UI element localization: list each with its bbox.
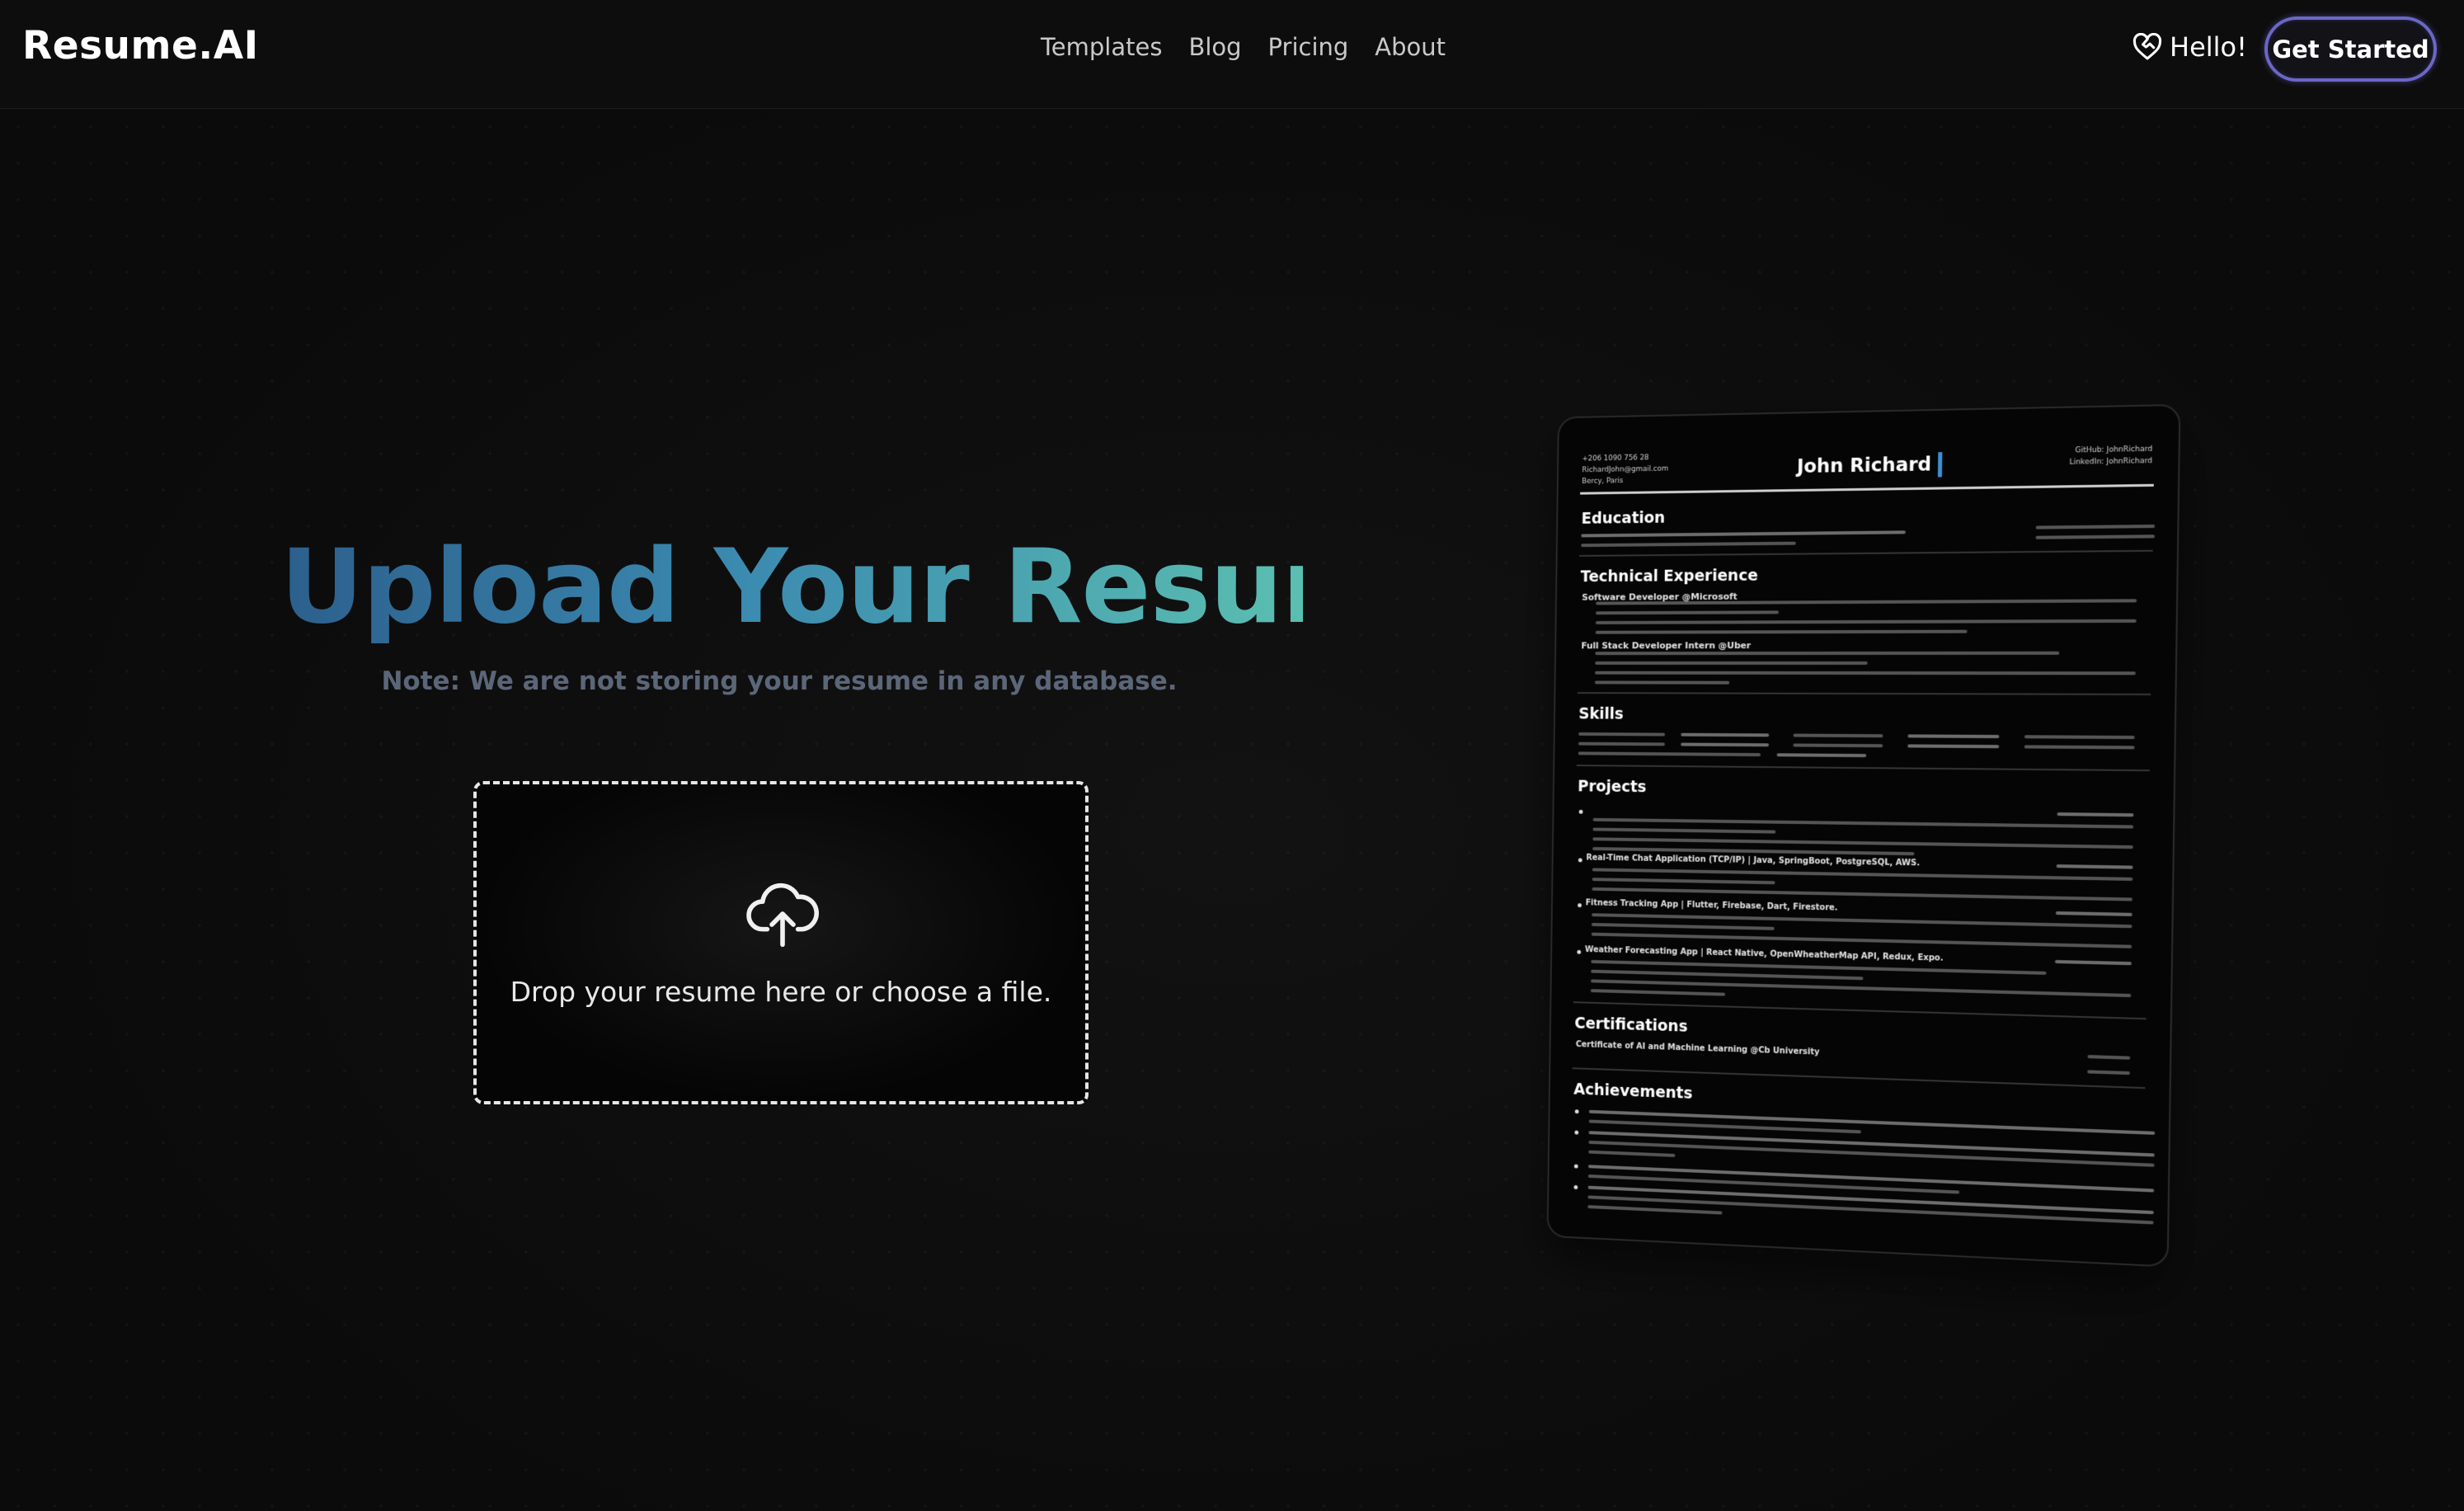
resume-email: RichardJohn@gmail.com — [1582, 464, 1669, 475]
experience-item-uber: Full Stack Developer Intern @Uber — [1581, 640, 1752, 652]
resume-location: Bercy, Paris — [1582, 477, 1624, 486]
text-line — [1595, 619, 2137, 624]
text-line — [2035, 534, 2156, 539]
text-line — [2024, 745, 2135, 750]
text-line — [2056, 864, 2133, 869]
text-line — [2057, 812, 2134, 817]
text-line — [2035, 524, 2156, 530]
text-line — [1776, 753, 1867, 758]
resume-name-cursor — [1937, 452, 1943, 478]
text-line — [1591, 969, 1864, 981]
nav-link-templates[interactable]: Templates — [1041, 33, 1162, 61]
resume-linkedin: LinkedIn: JohnRichard — [2069, 457, 2153, 467]
project-item-chat: Real-Time Chat Application (TCP/IP) | Ja… — [1586, 853, 1921, 868]
hello-label: Hello! — [2170, 31, 2247, 63]
text-line — [1594, 680, 1730, 685]
text-line — [1588, 1150, 1676, 1157]
text-line — [1591, 979, 2132, 998]
text-line — [1592, 817, 2134, 829]
nav-links: Templates Blog Pricing About — [1041, 33, 1472, 61]
section-divider — [1577, 692, 2151, 695]
resume-section-projects: Projects — [1578, 777, 1647, 797]
resume-section-experience: Technical Experience — [1580, 566, 1758, 586]
text-line — [1578, 741, 1665, 746]
text-line — [1595, 629, 1968, 634]
hello-button[interactable]: Hello! — [2132, 31, 2247, 63]
resume-preview: +206 1090 756 28 RichardJohn@gmail.com B… — [1542, 403, 2185, 1269]
text-line — [1578, 732, 1666, 737]
nav-link-pricing[interactable]: Pricing — [1268, 33, 1349, 61]
text-line — [2054, 959, 2132, 966]
text-line — [1793, 733, 1883, 738]
text-line — [1595, 671, 2136, 675]
text-line — [1595, 651, 2060, 656]
text-line — [1591, 932, 2132, 948]
resume-contact-left: +206 1090 756 28 RichardJohn@gmail.com B… — [1582, 452, 1668, 487]
bullet — [1573, 1164, 1578, 1169]
text-line — [2087, 1055, 2131, 1060]
text-line — [1595, 661, 1868, 665]
resume-dropzone[interactable]: Drop your resume here or choose a file. — [473, 781, 1089, 1104]
text-line — [1578, 751, 1761, 757]
cloud-upload-icon — [746, 883, 819, 948]
text-line — [1592, 827, 1776, 834]
site-logo[interactable]: Resume.AI — [22, 23, 259, 68]
bullet — [1573, 1184, 1578, 1189]
text-line — [1592, 878, 1775, 885]
text-line — [1592, 887, 2132, 901]
project-item-fitness: Fitness Tracking App | Flutter, Firebase… — [1585, 898, 1838, 913]
bullet — [1578, 903, 1582, 908]
text-line — [1907, 744, 2000, 749]
dropzone-prompt: Drop your resume here or choose a file. — [510, 976, 1052, 1008]
bullet — [1574, 1109, 1579, 1114]
text-line — [1681, 732, 1770, 737]
bullet — [1578, 858, 1582, 863]
resume-sheet: +206 1090 756 28 RichardJohn@gmail.com B… — [1546, 403, 2181, 1268]
bullet — [1574, 1130, 1579, 1135]
resume-section-education: Education — [1581, 508, 1666, 528]
text-line — [1581, 541, 1796, 548]
bullet — [1578, 809, 1583, 814]
text-line — [2087, 1070, 2131, 1076]
certification-item: Certificate of AI and Machine Learning @… — [1575, 1040, 1820, 1057]
section-divider — [1579, 549, 2153, 557]
text-line — [1590, 989, 1726, 996]
resume-section-achievements: Achievements — [1573, 1080, 1693, 1103]
text-line — [1681, 742, 1770, 747]
top-navbar: Resume.AI Templates Blog Pricing About H… — [0, 0, 2464, 109]
heart-handshake-icon — [2132, 33, 2162, 60]
privacy-note: Note: We are not storing your resume in … — [381, 666, 1178, 696]
text-line — [2024, 735, 2135, 740]
nav-link-blog[interactable]: Blog — [1188, 33, 1241, 61]
page: Resume.AI Templates Blog Pricing About H… — [0, 0, 2464, 1511]
bullet — [1577, 949, 1582, 954]
get-started-button[interactable]: Get Started — [2264, 16, 2437, 82]
resume-name: John Richard — [1796, 454, 1932, 478]
text-line — [1587, 1205, 1723, 1215]
hero-title: Upload Your Resume — [280, 528, 1457, 647]
text-line — [1591, 922, 1775, 930]
text-line — [1793, 743, 1883, 748]
resume-contact-right: GitHub: JohnRichard LinkedIn: JohnRichar… — [2069, 444, 2152, 468]
text-line — [1581, 530, 1906, 538]
text-line — [2055, 911, 2132, 916]
resume-section-certifications: Certifications — [1574, 1014, 1688, 1036]
text-line — [1592, 837, 2133, 850]
resume-section-skills: Skills — [1578, 704, 1624, 723]
text-line — [1907, 734, 2000, 739]
nav-link-about[interactable]: About — [1375, 33, 1446, 61]
section-divider — [1576, 765, 2150, 772]
text-line — [1596, 610, 1780, 615]
